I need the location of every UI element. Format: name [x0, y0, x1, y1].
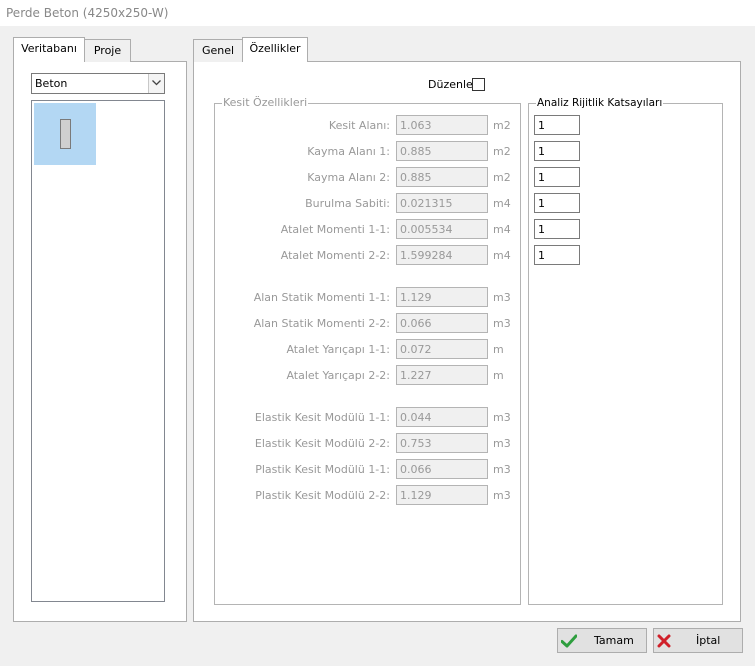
prop-value-atalet-yaricapi-2-2: 1.227: [396, 365, 488, 385]
prop-label-plastik-kesit-modulu-2-2: Plastik Kesit Modülü 2-2:: [255, 489, 390, 502]
material-dropdown-value: Beton: [35, 77, 68, 90]
tab-genel[interactable]: Genel: [193, 39, 243, 62]
stiffness-input-4[interactable]: 1: [534, 193, 580, 213]
prop-label-elastik-kesit-modulu-2-2: Elastik Kesit Modülü 2-2:: [254, 437, 390, 450]
prop-unit-elastik-kesit-modulu-1-1: m3: [493, 411, 511, 424]
edit-checkbox[interactable]: [472, 78, 485, 91]
tab-veritabani[interactable]: Veritabanı: [13, 37, 85, 62]
prop-value-kayma-alani-1: 0.885: [396, 141, 488, 161]
prop-label-atalet-yaricapi-2-2: Atalet Yarıçapı 2-2:: [286, 369, 390, 382]
prop-label-kesit-alani: Kesit Alanı:: [328, 119, 390, 132]
prop-value-plastik-kesit-modulu-2-2: 1.129: [396, 485, 488, 505]
section-thumbnail[interactable]: [34, 103, 96, 165]
tab-ozellikler[interactable]: Özellikler: [242, 37, 308, 62]
prop-unit-elastik-kesit-modulu-2-2: m3: [493, 437, 511, 450]
prop-label-atalet-momenti-2-2: Atalet Momenti 2-2:: [280, 249, 390, 262]
prop-unit-kesit-alani: m2: [493, 119, 511, 132]
prop-unit-alan-statik-momenti-1-1: m3: [493, 291, 511, 304]
prop-unit-alan-statik-momenti-2-2: m3: [493, 317, 511, 330]
prop-value-alan-statik-momenti-1-1: 1.129: [396, 287, 488, 307]
prop-label-burulma-sabiti: Burulma Sabiti:: [305, 197, 390, 210]
prop-value-atalet-momenti-2-2: 1.599284: [396, 245, 488, 265]
prop-label-kayma-alani-2: Kayma Alanı 2:: [307, 171, 390, 184]
prop-label-alan-statik-momenti-2-2: Alan Statik Momenti 2-2:: [253, 317, 390, 330]
prop-unit-atalet-momenti-1-1: m4: [493, 223, 511, 236]
checkmark-icon: [561, 634, 577, 648]
tab-proje[interactable]: Proje: [84, 39, 131, 62]
dropdown-button[interactable]: [148, 74, 164, 93]
stiffness-input-5[interactable]: 1: [534, 219, 580, 239]
stiffness-input-3[interactable]: 1: [534, 167, 580, 187]
section-list: [31, 100, 165, 602]
tab-ozellikler-label: Özellikler: [249, 42, 301, 55]
prop-value-atalet-yaricapi-1-1: 0.072: [396, 339, 488, 359]
prop-label-plastik-kesit-modulu-1-1: Plastik Kesit Modülü 1-1:: [255, 463, 390, 476]
prop-value-elastik-kesit-modulu-1-1: 0.044: [396, 407, 488, 427]
section-properties-legend: Kesit Özellikleri: [222, 96, 309, 109]
stiffness-input-2[interactable]: 1: [534, 141, 580, 161]
prop-value-kayma-alani-2: 0.885: [396, 167, 488, 187]
prop-unit-kayma-alani-1: m2: [493, 145, 511, 158]
prop-unit-atalet-momenti-2-2: m4: [493, 249, 511, 262]
prop-unit-kayma-alani-2: m2: [493, 171, 511, 184]
ok-button[interactable]: Tamam: [557, 628, 647, 653]
tab-veritabani-label: Veritabanı: [21, 42, 77, 55]
ok-button-label: Tamam: [594, 634, 634, 647]
prop-value-kesit-alani: 1.063: [396, 115, 488, 135]
stiffness-legend: Analiz Rijitlik Katsayıları: [536, 97, 664, 109]
prop-label-alan-statik-momenti-1-1: Alan Statik Momenti 1-1:: [253, 291, 390, 304]
wall-section-icon: [60, 119, 71, 149]
prop-label-kayma-alani-1: Kayma Alanı 1:: [307, 145, 390, 158]
chevron-down-icon: [152, 80, 161, 86]
cancel-button[interactable]: İptal: [653, 628, 743, 653]
stiffness-input-1[interactable]: 1: [534, 115, 580, 135]
tab-genel-label: Genel: [201, 44, 235, 57]
window-title: Perde Beton (4250x250-W): [6, 6, 169, 20]
prop-label-atalet-momenti-1-1: Atalet Momenti 1-1:: [280, 223, 390, 236]
prop-label-elastik-kesit-modulu-1-1: Elastik Kesit Modülü 1-1:: [254, 411, 390, 424]
tab-proje-label: Proje: [93, 44, 122, 57]
prop-value-plastik-kesit-modulu-1-1: 0.066: [396, 459, 488, 479]
material-dropdown[interactable]: Beton: [31, 73, 165, 94]
prop-value-atalet-momenti-1-1: 0.005534: [396, 219, 488, 239]
prop-unit-atalet-yaricapi-1-1: m: [493, 343, 504, 356]
cancel-button-label: İptal: [696, 634, 721, 647]
prop-value-elastik-kesit-modulu-2-2: 0.753: [396, 433, 488, 453]
prop-unit-plastik-kesit-modulu-2-2: m3: [493, 489, 511, 502]
prop-unit-atalet-yaricapi-2-2: m: [493, 369, 504, 382]
edit-checkbox-label: Düzenle: [428, 78, 473, 91]
stiffness-input-6[interactable]: 1: [534, 245, 580, 265]
prop-value-alan-statik-momenti-2-2: 0.066: [396, 313, 488, 333]
prop-label-atalet-yaricapi-1-1: Atalet Yarıçapı 1-1:: [286, 343, 390, 356]
prop-value-burulma-sabiti: 0.021315: [396, 193, 488, 213]
prop-unit-burulma-sabiti: m4: [493, 197, 511, 210]
prop-unit-plastik-kesit-modulu-1-1: m3: [493, 463, 511, 476]
x-icon: [657, 634, 671, 648]
